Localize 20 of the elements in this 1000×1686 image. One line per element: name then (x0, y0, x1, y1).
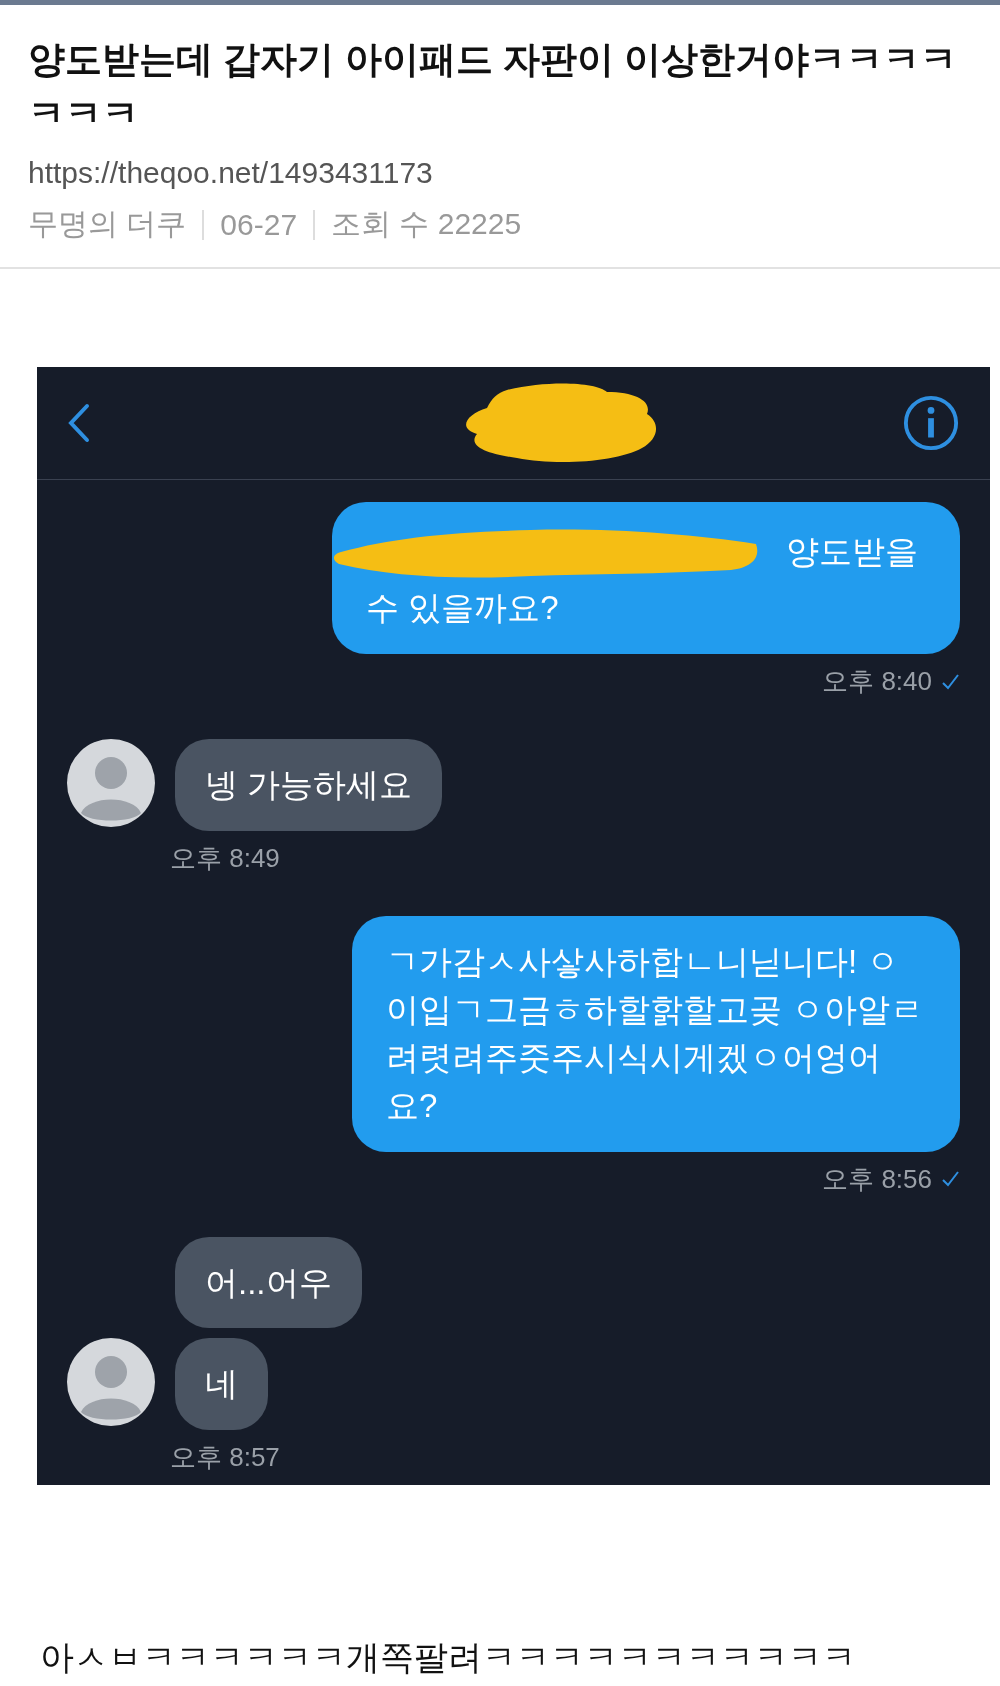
check-icon (940, 1169, 960, 1189)
post-title: 양도받는데 갑자기 아이패드 자판이 이상한거야ㅋㅋㅋㅋㅋㅋㅋ (28, 38, 959, 136)
message-bubble: 네 (175, 1338, 268, 1431)
message-time: 오후 8:49 (170, 842, 281, 876)
message-bubble: 넹 가능하세요 (175, 739, 443, 832)
message-time: 오후 8:56 (822, 1162, 932, 1196)
post-date: 06-27 (220, 207, 298, 242)
message-bubble: ㄱ가감ㅅ사샇사하합ㄴ니닏니다! ㅇ이입ㄱ그금ㅎ하할핡할고곶 ㅇ아알ㄹ려렷려주줏주시식시게겠ㅇ어엉어요? (352, 916, 960, 1152)
view-count: 조회 수 22225 (331, 206, 522, 243)
message-time: 오후 8:57 (170, 1441, 281, 1475)
author-name: 무명의 더쿠 (28, 206, 187, 243)
message-bubble: 어...어우 (175, 1236, 362, 1329)
avatar-icon (67, 739, 155, 828)
message-bubble: 양도받을 수 있을까요? (332, 502, 960, 655)
back-icon[interactable] (67, 403, 91, 444)
message-time: 오후 8:40 (822, 665, 932, 699)
post-body: 아ㅅㅂㅋㅋㅋㅋㅋㅋ개쪽팔려ㅋㅋㅋㅋㅋㅋㅋㅋㅋㅋㅋ (40, 1637, 857, 1679)
info-icon[interactable] (902, 394, 960, 453)
post-url[interactable]: https://theqoo.net/1493431173 (28, 156, 972, 191)
avatar-icon (67, 1338, 155, 1427)
